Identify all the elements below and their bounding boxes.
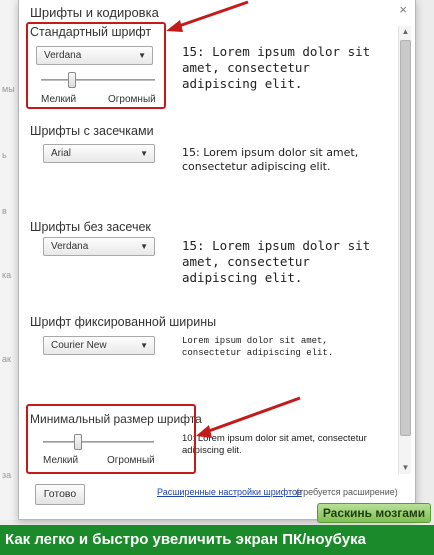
sans-serif-font-value: Verdana bbox=[51, 241, 89, 252]
sans-serif-font-select[interactable]: Verdana ▼ bbox=[43, 237, 155, 256]
scroll-thumb[interactable] bbox=[400, 40, 411, 436]
standard-font-label: Стандартный шрифт bbox=[30, 25, 152, 39]
standard-font-select[interactable]: Verdana ▼ bbox=[36, 46, 153, 65]
vertical-scrollbar[interactable]: ▲ ▼ bbox=[398, 26, 411, 474]
sans-serif-font-label: Шрифты без засечек bbox=[30, 220, 151, 234]
sans-serif-font-preview: 15: Lorem ipsum dolor sit amet, consecte… bbox=[182, 238, 371, 285]
close-icon[interactable]: × bbox=[399, 2, 407, 17]
minimum-font-size-label: Минимальный размер шрифта bbox=[30, 412, 202, 426]
minimum-size-slider-thumb[interactable] bbox=[74, 434, 82, 450]
serif-font-select[interactable]: Arial ▼ bbox=[43, 144, 155, 163]
fixed-font-label: Шрифт фиксированной ширины bbox=[30, 315, 217, 329]
caption-banner: Как легко и быстро увеличить экран ПК/но… bbox=[0, 525, 434, 555]
fixed-font-preview: Lorem ipsum dolor sit amet, consectetur … bbox=[182, 336, 334, 358]
minimum-size-slider[interactable] bbox=[43, 434, 154, 450]
fixed-font-select[interactable]: Courier New ▼ bbox=[43, 336, 155, 355]
dialog-title: Шрифты и кодировка bbox=[30, 5, 159, 20]
standard-slider-min-label: Мелкий bbox=[41, 94, 77, 105]
serif-font-value: Arial bbox=[51, 148, 72, 159]
brand-badge: Раскинь мозгами bbox=[317, 503, 431, 523]
minimum-font-preview: 10: Lorem ipsum dolor sit amet, consecte… bbox=[182, 433, 367, 456]
fixed-font-value: Courier New bbox=[51, 340, 107, 351]
serif-font-preview: 15: Lorem ipsum dolor sit amet, consecte… bbox=[182, 146, 359, 173]
serif-font-label: Шрифты с засечками bbox=[30, 124, 154, 138]
chevron-down-icon: ▼ bbox=[140, 242, 148, 251]
standard-slider-max-label: Огромный bbox=[108, 94, 156, 105]
fonts-settings-dialog: Шрифты и кодировка × ▲ ▼ Стандартный шри… bbox=[18, 0, 416, 520]
chevron-down-icon: ▼ bbox=[140, 149, 148, 158]
done-button[interactable]: Готово bbox=[35, 484, 85, 505]
chevron-down-icon: ▼ bbox=[138, 51, 146, 60]
scroll-down-icon[interactable]: ▼ bbox=[399, 462, 412, 474]
advanced-font-settings-link[interactable]: Расширенные настройки шрифтов bbox=[157, 487, 302, 497]
minimum-slider-min-label: Мелкий bbox=[43, 455, 79, 466]
standard-font-preview: 15: Lorem ipsum dolor sit amet, consecte… bbox=[182, 44, 371, 91]
standard-size-slider-thumb[interactable] bbox=[68, 72, 76, 88]
standard-font-value: Verdana bbox=[44, 50, 82, 61]
minimum-slider-max-label: Огромный bbox=[107, 455, 155, 466]
standard-size-slider[interactable] bbox=[41, 72, 155, 88]
scroll-up-icon[interactable]: ▲ bbox=[399, 26, 412, 38]
extension-required-note: (требуется расширение) bbox=[296, 487, 398, 497]
chevron-down-icon: ▼ bbox=[140, 341, 148, 350]
